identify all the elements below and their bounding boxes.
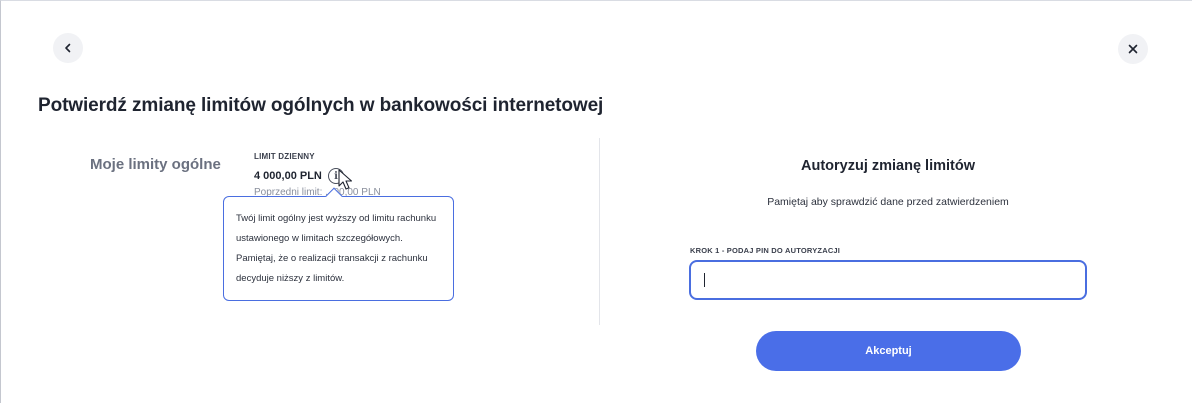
text-caret [704,273,705,287]
close-button[interactable] [1118,34,1148,64]
authorization-subtitle: Pamiętaj aby sprawdzić dane przed zatwie… [767,196,1009,208]
page-title: Potwierdź zmianę limitów ogólnych w bank… [38,95,604,116]
column-divider [599,138,600,325]
chevron-left-icon [65,43,71,53]
daily-limit-value: 4 000,00 PLN [254,170,322,182]
close-icon [1128,44,1138,54]
mouse-pointer-icon [338,169,353,190]
accept-button[interactable]: Akceptuj [756,331,1021,371]
back-button[interactable] [53,33,83,63]
limit-info-tooltip: Twój limit ogólny jest wyższy od limitu … [223,187,454,301]
pin-input[interactable] [689,260,1087,300]
limits-section-label: Moje limity ogólne [90,156,221,173]
daily-limit-caption: LIMIT DZIENNY [254,152,315,161]
tooltip-text: Twój limit ogólny jest wyższy od limitu … [236,213,437,284]
authorization-title: Autoryzuj zmianę limitów [800,158,975,174]
pin-step-label: KROK 1 - PODAJ PIN DO AUTORYZACJI [690,246,841,255]
